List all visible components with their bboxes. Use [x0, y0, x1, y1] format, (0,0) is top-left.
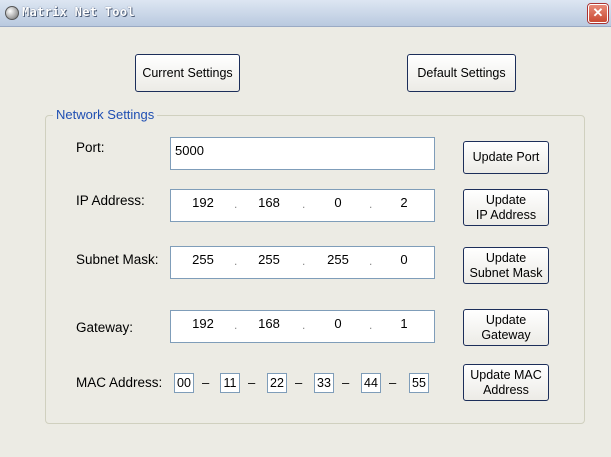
- app-globe-icon: [5, 6, 19, 20]
- ip-dot: .: [302, 254, 306, 268]
- ip-dot: .: [369, 318, 373, 332]
- subnet-mask-label: Subnet Mask:: [76, 252, 159, 267]
- title-bar[interactable]: Matrix Net Tool ✕: [0, 0, 611, 27]
- mac-byte-5[interactable]: 44: [361, 373, 381, 393]
- mac-byte-6[interactable]: 55: [409, 373, 429, 393]
- mac-byte-4[interactable]: 33: [314, 373, 334, 393]
- update-ip-address-button[interactable]: Update IP Address: [463, 189, 549, 226]
- mac-separator: –: [389, 375, 397, 390]
- current-settings-button[interactable]: Current Settings: [135, 54, 240, 92]
- ip-dot: .: [369, 254, 373, 268]
- mac-byte-3[interactable]: 22: [267, 373, 287, 393]
- gateway-input[interactable]: 192 . 168 . 0 . 1: [170, 310, 435, 343]
- update-mac-address-button[interactable]: Update MAC Address: [463, 364, 549, 401]
- ip-dot: .: [302, 197, 306, 211]
- subnet-octet-3: 255: [327, 252, 349, 267]
- mac-separator: –: [248, 375, 256, 390]
- ip-dot: .: [302, 318, 306, 332]
- subnet-octet-4: 0: [400, 252, 408, 267]
- gateway-octet-3: 0: [334, 316, 342, 331]
- gateway-label: Gateway:: [76, 320, 134, 335]
- update-port-button[interactable]: Update Port: [463, 141, 549, 174]
- main-window: Matrix Net Tool ✕ Current Settings Defau…: [0, 0, 611, 457]
- gateway-octet-2: 168: [258, 316, 280, 331]
- ip-address-label: IP Address:: [76, 193, 145, 208]
- ip-dot: .: [234, 197, 238, 211]
- port-label: Port:: [76, 140, 105, 155]
- mac-separator: –: [342, 375, 350, 390]
- ip-octet-1: 192: [192, 195, 214, 210]
- ip-dot: .: [369, 197, 373, 211]
- mac-separator: –: [295, 375, 303, 390]
- ip-dot: .: [234, 254, 238, 268]
- update-gateway-button[interactable]: Update Gateway: [463, 309, 549, 346]
- ip-dot: .: [234, 318, 238, 332]
- update-subnet-mask-button[interactable]: Update Subnet Mask: [463, 247, 549, 284]
- default-settings-button[interactable]: Default Settings: [407, 54, 516, 92]
- ip-address-input[interactable]: 192 . 168 . 0 . 2: [170, 189, 435, 222]
- close-icon[interactable]: ✕: [588, 4, 608, 23]
- ip-octet-2: 168: [258, 195, 280, 210]
- subnet-octet-2: 255: [258, 252, 280, 267]
- gateway-octet-4: 1: [400, 316, 408, 331]
- port-input[interactable]: 5000: [170, 137, 435, 170]
- mac-byte-2[interactable]: 11: [220, 373, 240, 393]
- subnet-octet-1: 255: [192, 252, 214, 267]
- network-settings-label: Network Settings: [53, 107, 158, 122]
- gateway-octet-1: 192: [192, 316, 214, 331]
- ip-octet-3: 0: [334, 195, 342, 210]
- subnet-mask-input[interactable]: 255 . 255 . 255 . 0: [170, 246, 435, 279]
- ip-octet-4: 2: [400, 195, 408, 210]
- mac-address-label: MAC Address:: [76, 375, 163, 390]
- port-value: 5000: [175, 143, 204, 158]
- window-title: Matrix Net Tool: [22, 5, 135, 19]
- mac-byte-1[interactable]: 00: [174, 373, 194, 393]
- mac-separator: –: [202, 375, 210, 390]
